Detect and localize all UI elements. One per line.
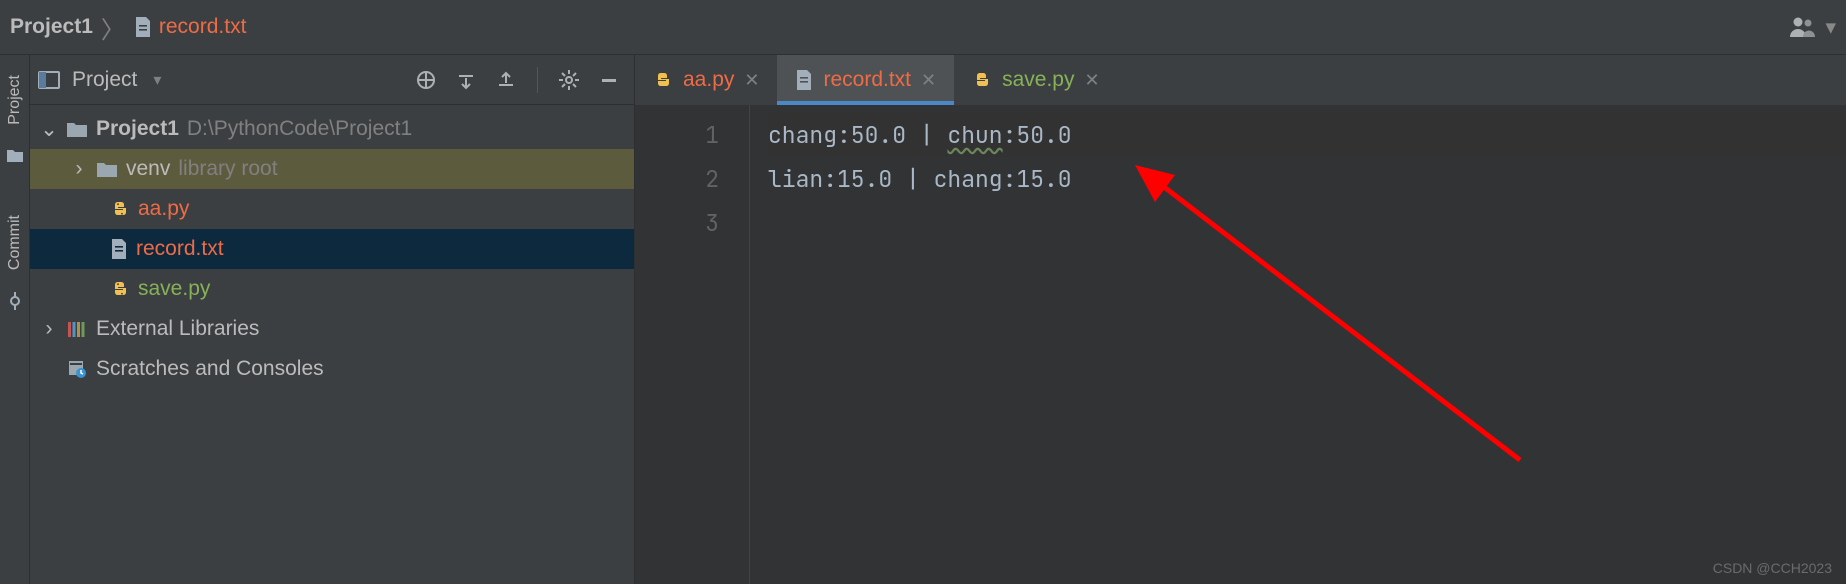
select-file-icon[interactable] [409, 63, 443, 97]
close-icon[interactable]: ✕ [1084, 70, 1099, 91]
line-number: 2 [635, 157, 719, 201]
tree-venv-name: venv [126, 157, 170, 181]
expand-all-icon[interactable] [449, 63, 483, 97]
watermark: CSDN @CCH2023 [1713, 560, 1832, 576]
tab-label: record.txt [823, 68, 911, 92]
folder-icon [96, 160, 118, 178]
text-file-icon [110, 238, 128, 260]
tree-file-save[interactable]: save.py [30, 269, 634, 309]
tab-aa[interactable]: aa.py ✕ [635, 55, 777, 105]
tree-label: Scratches and Consoles [96, 357, 324, 381]
chevron-down-icon[interactable]: ⌄ [40, 117, 58, 142]
folder-icon [66, 120, 88, 138]
tree-venv[interactable]: › venv library root [30, 149, 634, 189]
python-file-icon [972, 70, 992, 90]
hide-icon[interactable] [592, 63, 626, 97]
python-file-icon [110, 199, 130, 219]
python-file-icon [653, 70, 673, 90]
chevron-right-icon[interactable]: › [40, 317, 58, 341]
dropdown-caret-icon[interactable]: ▾ [1825, 15, 1836, 40]
tree-label: External Libraries [96, 317, 259, 341]
tree-file-label: record.txt [136, 237, 224, 261]
panel-title[interactable]: Project [72, 68, 137, 92]
gutter-linenumbers: 1 2 3 [635, 105, 750, 584]
file-icon [133, 16, 153, 38]
text-file-icon [795, 69, 813, 91]
line-number: 3 [635, 201, 719, 245]
panel-dropdown-icon[interactable]: ▾ [153, 70, 161, 90]
commit-icon[interactable] [6, 292, 24, 310]
tree-root[interactable]: ⌄ Project1 D:\PythonCode\Project1 [30, 109, 634, 149]
tree-file-record[interactable]: record.txt [30, 229, 634, 269]
line-number: 1 [635, 113, 719, 157]
breadcrumb-separator: 〉 [101, 10, 125, 45]
editor-content[interactable]: 1 2 3 chang:50.0 | chun:50.0 lian:15.0 |… [635, 105, 1846, 584]
tree-file-label: aa.py [138, 197, 189, 221]
tab-record[interactable]: record.txt ✕ [777, 55, 954, 105]
panel-header: Project ▾ [30, 55, 634, 105]
tab-save[interactable]: save.py ✕ [954, 55, 1117, 105]
breadcrumb-project[interactable]: Project1 [10, 15, 93, 39]
left-tool-strip: Project Commit [0, 55, 30, 584]
breadcrumb-file[interactable]: record.txt [159, 15, 247, 39]
project-tree: ⌄ Project1 D:\PythonCode\Project1 › venv… [30, 105, 634, 389]
close-icon[interactable]: ✕ [921, 70, 936, 91]
gear-icon[interactable] [552, 63, 586, 97]
tool-tab-commit[interactable]: Commit [6, 203, 24, 282]
code-line[interactable] [768, 201, 1846, 245]
scratches-icon [66, 359, 88, 379]
editor-tabs: aa.py ✕ record.txt ✕ save.py ✕ [635, 55, 1846, 105]
python-file-icon [110, 279, 130, 299]
chevron-right-icon[interactable]: › [70, 157, 88, 181]
project-panel: Project ▾ ⌄ [30, 55, 635, 584]
tree-root-name: Project1 [96, 117, 179, 141]
tool-tab-project[interactable]: Project [6, 63, 24, 137]
tree-root-path: D:\PythonCode\Project1 [187, 117, 412, 141]
code-area[interactable]: chang:50.0 | chun:50.0 lian:15.0 | chang… [750, 105, 1846, 584]
breadcrumb-bar: Project1 〉 record.txt ▾ [0, 0, 1846, 55]
editor-area: aa.py ✕ record.txt ✕ save.py ✕ 1 2 [635, 55, 1846, 584]
code-line[interactable]: lian:15.0 | chang:15.0 [768, 157, 1846, 201]
tree-external-libraries[interactable]: › External Libraries [30, 309, 634, 349]
tree-scratches[interactable]: Scratches and Consoles [30, 349, 634, 389]
code-line[interactable]: chang:50.0 | chun:50.0 [768, 113, 1846, 157]
folder-icon[interactable] [6, 147, 24, 163]
tree-venv-hint: library root [178, 157, 277, 181]
collapse-all-icon[interactable] [489, 63, 523, 97]
tree-file-aa[interactable]: aa.py [30, 189, 634, 229]
presence-icon[interactable] [1789, 15, 1819, 39]
close-icon[interactable]: ✕ [744, 70, 759, 91]
panel-icon [38, 71, 60, 89]
tab-label: aa.py [683, 68, 734, 92]
libraries-icon [66, 319, 88, 339]
tree-file-label: save.py [138, 277, 210, 301]
tab-label: save.py [1002, 68, 1074, 92]
